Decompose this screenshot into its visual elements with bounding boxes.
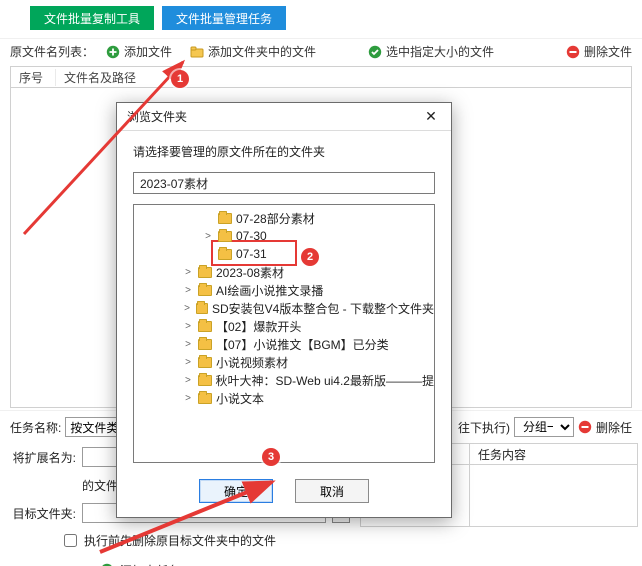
folder-icon	[198, 321, 212, 332]
tree-row[interactable]: > 【07】小说推文【BGM】已分类	[134, 335, 434, 353]
copy-tool-button[interactable]: 文件批量复制工具	[30, 6, 154, 30]
pre-delete-checkbox[interactable]: 执行前先删除原目标文件夹中的文件	[60, 531, 350, 550]
tree-item-label: AI绘画小说推文录播	[216, 282, 323, 299]
dialog-ok-button[interactable]: 确定	[199, 479, 273, 503]
file-list-header: 序号 文件名及路径	[10, 66, 632, 88]
ext-label: 将扩展名为:	[10, 449, 76, 466]
plus-circle-icon	[106, 45, 120, 59]
folder-icon	[198, 339, 212, 350]
minus-circle-icon	[578, 420, 592, 434]
browse-folder-dialog: 浏览文件夹 ✕ 请选择要管理的原文件所在的文件夹 2023-07素材 07-28…	[116, 102, 452, 518]
tree-item-label: 秋叶大神：SD-Web ui4.2最新版———提	[216, 372, 434, 389]
tree-item-label: SD安装包V4版本整合包 - 下载整个文件夹	[212, 300, 434, 317]
tree-row[interactable]: > 小说视频素材	[134, 353, 434, 371]
add-task-button[interactable]: 添加本任务	[120, 562, 180, 566]
folder-icon	[198, 393, 212, 404]
col-task-content: 任务内容	[470, 443, 638, 465]
expand-icon[interactable]: >	[182, 375, 194, 386]
delete-task-button[interactable]: 删除任	[596, 419, 632, 436]
callout-badge-2: 2	[301, 248, 319, 266]
of-files-label: 的文件	[82, 477, 118, 494]
source-list-label: 原文件名列表：	[10, 43, 94, 60]
folder-add-icon	[190, 45, 204, 59]
task-name-label: 任务名称:	[10, 419, 61, 436]
tree-row[interactable]: > AI绘画小说推文录播	[134, 281, 434, 299]
folder-tree[interactable]: 07-28部分素材>07-3007-31>2023-08素材>AI绘画小说推文录…	[133, 204, 435, 463]
tree-item-label: 2023-08素材	[216, 264, 284, 281]
folder-icon	[198, 357, 212, 368]
add-file-button[interactable]: 添加文件	[106, 43, 172, 60]
minus-circle-icon	[566, 45, 580, 59]
folder-icon	[218, 213, 232, 224]
folder-icon	[198, 267, 212, 278]
folder-icon	[218, 231, 232, 242]
target-label: 目标文件夹:	[10, 505, 76, 522]
task-suffix-text: 往下执行)	[458, 419, 510, 436]
callout-badge-1: 1	[171, 70, 189, 88]
expand-icon[interactable]: >	[182, 339, 194, 350]
manage-tasks-button[interactable]: 文件批量管理任务	[162, 6, 286, 30]
folder-icon	[196, 303, 208, 314]
dialog-cancel-button[interactable]: 取消	[295, 479, 369, 503]
expand-icon[interactable]: >	[182, 393, 194, 404]
tree-item-label: 【07】小说推文【BGM】已分类	[216, 336, 389, 353]
tree-row[interactable]: > 【02】爆款开头	[134, 317, 434, 335]
close-icon: ✕	[425, 108, 437, 125]
expand-icon[interactable]: >	[182, 321, 194, 332]
tree-item-label: 【02】爆款开头	[216, 318, 301, 335]
col-no: 序号	[11, 69, 56, 86]
dialog-title: 浏览文件夹	[127, 108, 187, 125]
tree-row[interactable]: > SD安装包V4版本整合包 - 下载整个文件夹	[134, 299, 434, 317]
expand-icon[interactable]: >	[182, 267, 194, 278]
folder-icon	[198, 285, 212, 296]
folder-icon	[218, 249, 232, 260]
source-toolbar: 原文件名列表： 添加文件 添加文件夹中的文件 选中指定大小的文件 删除文件	[0, 38, 642, 66]
expand-icon[interactable]: >	[182, 357, 194, 368]
tree-item-label: 07-28部分素材	[236, 210, 315, 227]
tree-item-label: 小说视频素材	[216, 354, 288, 371]
tree-row[interactable]: > 小说文本	[134, 389, 434, 407]
folder-icon	[198, 375, 212, 386]
dialog-prompt: 请选择要管理的原文件所在的文件夹	[133, 143, 435, 160]
tree-item-label: 小说文本	[216, 390, 264, 407]
check-circle-icon	[368, 45, 382, 59]
expand-icon[interactable]: >	[182, 303, 192, 314]
tree-row[interactable]: > 秋叶大神：SD-Web ui4.2最新版———提	[134, 371, 434, 389]
callout-badge-3: 3	[262, 448, 280, 466]
dialog-close-button[interactable]: ✕	[419, 107, 443, 127]
col-path: 文件名及路径	[56, 69, 144, 86]
dialog-path-field[interactable]: 2023-07素材	[133, 172, 435, 194]
tree-row[interactable]: 07-28部分素材	[134, 209, 434, 227]
expand-icon[interactable]: >	[182, 285, 194, 296]
add-folder-files-button[interactable]: 添加文件夹中的文件	[190, 43, 316, 60]
select-by-size-button[interactable]: 选中指定大小的文件	[368, 43, 494, 60]
task-group-select[interactable]: 分组一	[514, 417, 574, 437]
delete-file-button[interactable]: 删除文件	[566, 43, 632, 60]
